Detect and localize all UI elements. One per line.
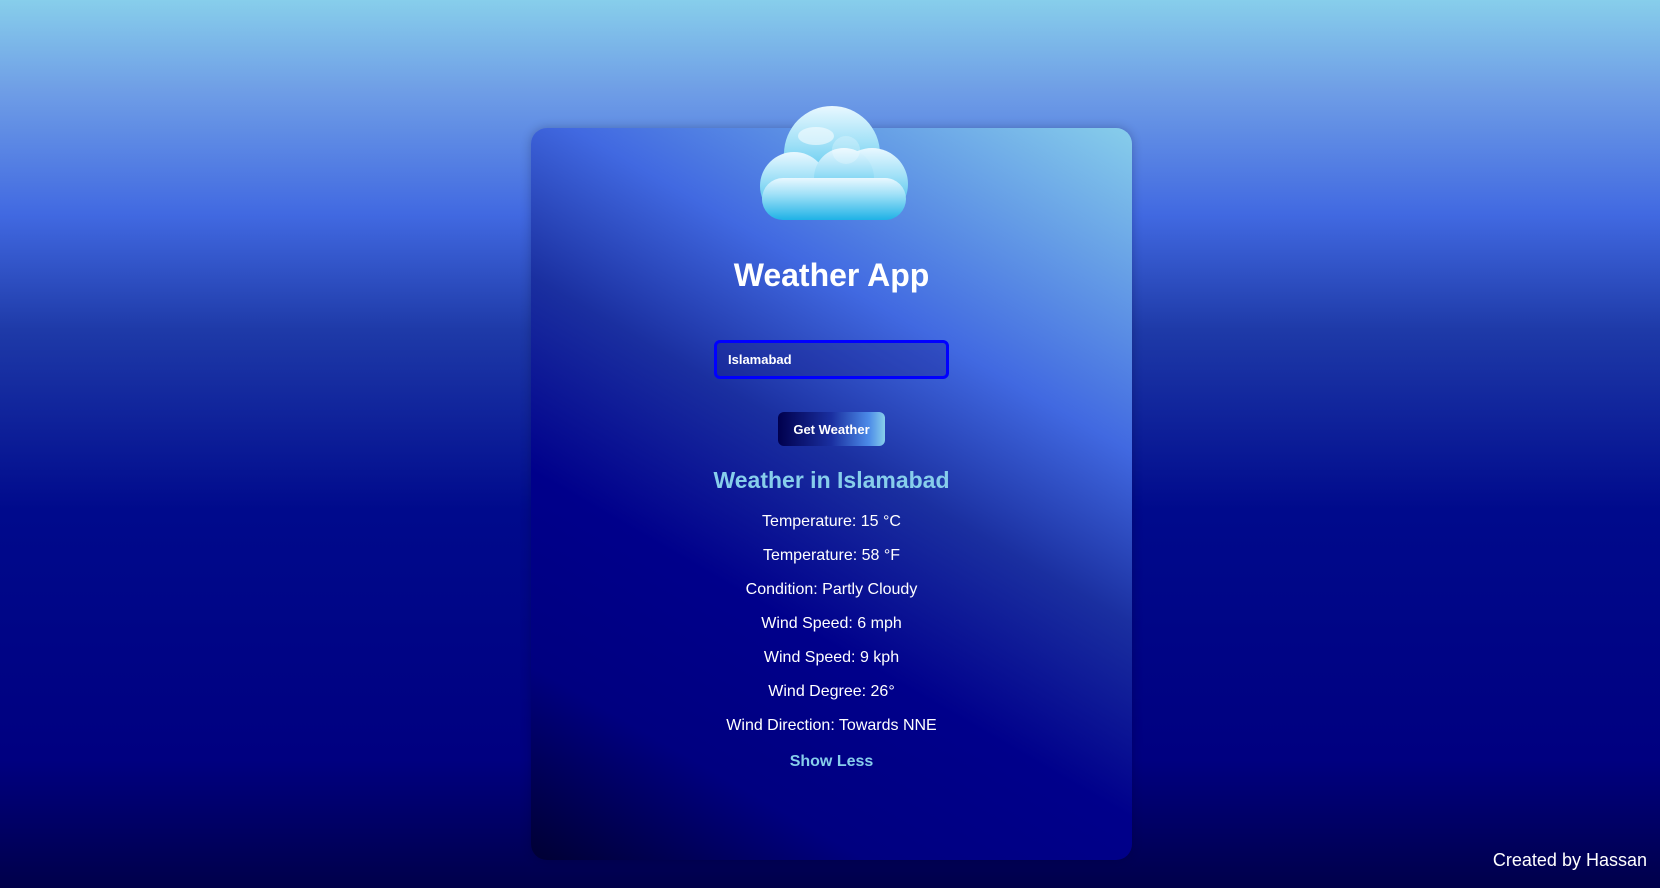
wind-speed-mph: Wind Speed: 6 mph	[761, 615, 902, 632]
wind-degree: Wind Degree: 26°	[768, 683, 895, 700]
moon-cloud-icon	[736, 28, 928, 228]
get-weather-button[interactable]: Get Weather	[778, 412, 885, 446]
show-less-toggle[interactable]: Show Less	[531, 752, 1132, 772]
temperature-fahrenheit: Temperature: 58 °F	[762, 547, 901, 564]
city-search-input[interactable]	[714, 340, 949, 379]
app-title: Weather App	[733, 257, 930, 293]
wind-speed-kph: Wind Speed: 9 kph	[763, 649, 900, 666]
weather-result-heading: Weather in Islamabad	[713, 467, 950, 493]
weather-card	[531, 128, 1132, 860]
temperature-celsius: Temperature: 15 °C	[762, 513, 901, 530]
condition: Condition: Partly Cloudy	[745, 581, 918, 598]
wind-direction: Wind Direction: Towards NNE	[726, 717, 937, 734]
footer-credit: Created by Hassan	[1492, 850, 1647, 870]
